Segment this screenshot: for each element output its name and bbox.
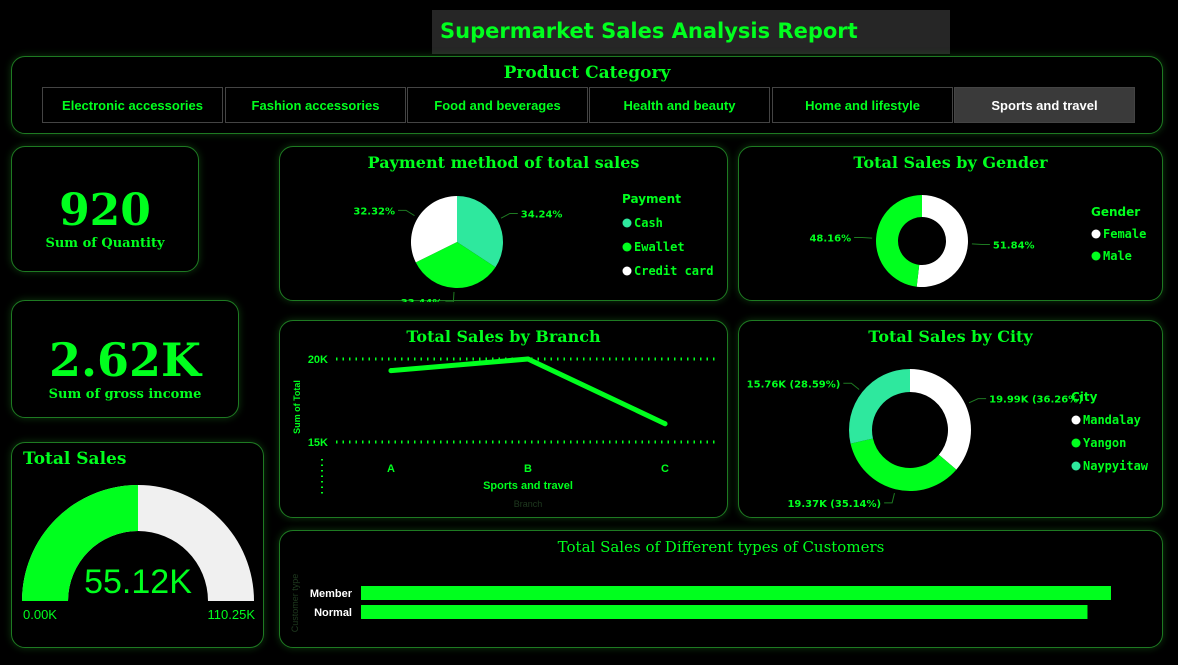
leader-line [843, 382, 860, 390]
category-label-normal: Normal [314, 607, 352, 619]
slicer-item-health-and-beauty[interactable]: Health and beauty [589, 87, 770, 123]
x-tick-label: B [524, 463, 532, 475]
branch-sales-panel: Total Sales by Branch 20K 15K A B C Sports an… [279, 320, 728, 518]
kpi-gross-income-label: Sum of gross income [48, 387, 202, 402]
data-label-ewallet: 33.44% [401, 298, 443, 302]
legend-marker-male [1091, 251, 1101, 261]
slicer-item-label: Home and lifestyle [805, 97, 920, 113]
data-label-cash: 34.24% [521, 209, 563, 220]
gender-donut-chart: 51.84% 48.16% Gender Female Male [809, 195, 1146, 287]
x-tick-label: C [661, 463, 669, 475]
kpi-quantity-label: Sum of Quantity [45, 236, 165, 251]
y-tick-label: 15K [308, 437, 328, 449]
slice-yangon [850, 438, 957, 491]
kpi-quantity-value: 920 [59, 185, 151, 236]
slicer-item-label: Food and beverages [434, 97, 561, 113]
data-point-b [525, 356, 531, 362]
slicer-title: Product Category [503, 63, 671, 83]
gauge-min-label: 0.00K [23, 607, 57, 622]
customer-type-panel: Total Sales of Different types of Custom… [279, 530, 1163, 648]
slicer-item-label: Fashion accessories [251, 97, 380, 113]
legend-marker-ewallet [622, 242, 632, 252]
y-tick-label: 20K [308, 354, 328, 366]
y-axis-label: Customer type [290, 574, 300, 633]
legend-item-cash: Cash [634, 216, 663, 230]
slicer-item-label: Sports and travel [991, 97, 1098, 113]
data-point-a [388, 368, 394, 374]
legend-marker-cash [622, 218, 632, 228]
data-label-female: 51.84% [993, 240, 1035, 251]
legend-item-male: Male [1103, 249, 1132, 263]
kpi-card-gross-income: 2.62K Sum of gross income [11, 300, 239, 418]
x-tick-label: A [387, 463, 395, 475]
y-axis-label: Sum of Total [292, 380, 302, 434]
city-donut-chart: 19.99K (36.26%) 19.37K (35.14%) 15.76K (28… [747, 369, 1149, 510]
leader-line [445, 291, 455, 302]
category-label-member: Member [310, 588, 353, 600]
gauge-chart: 55.12K 0.00K 110.25K [22, 485, 256, 622]
leader-line [971, 243, 990, 245]
legend-marker-credit-card [622, 266, 632, 276]
slicer-item-label: Electronic accessories [62, 97, 203, 113]
data-label-naypyitaw: 15.76K (28.59%) [747, 379, 841, 390]
legend-marker-mandalay [1071, 415, 1081, 425]
data-point-c [662, 421, 668, 427]
legend-item-ewallet: Ewallet [634, 240, 685, 254]
data-label-mandalay: 19.99K (36.26%) [989, 395, 1083, 406]
gauge-value: 55.12K [84, 563, 192, 601]
slicer-item-home-and-lifestyle[interactable]: Home and lifestyle [772, 87, 953, 123]
leader-line [884, 493, 895, 504]
payment-pie-chart: 34.24% 33.44% 32.32% Payment Cash Ewallet Cred… [353, 192, 713, 302]
slice-naypyitaw [849, 369, 910, 444]
data-label-yangon: 19.37K (35.14%) [787, 499, 881, 510]
slicer-item-sports-and-travel[interactable]: Sports and travel [954, 87, 1135, 123]
legend-item-credit-card: Credit card [634, 264, 713, 278]
slice-mandalay [910, 369, 971, 470]
x-axis-sublabel: Branch [514, 499, 543, 509]
kpi-gross-income-value: 2.62K [48, 333, 201, 387]
leader-line [854, 237, 873, 239]
bar-normal [361, 605, 1088, 619]
customer-bar-chart: Member Normal Customer type [290, 574, 1111, 633]
city-sales-panel: Total Sales by City 19.99K (36.26%) 19.37… [738, 320, 1163, 518]
series-line [388, 356, 668, 427]
bar-member [361, 586, 1111, 600]
legend-title: Gender [1091, 205, 1140, 219]
x-axis-label: Sports and travel [483, 480, 573, 492]
payment-method-panel: Payment method of total sales 34.24%33.4… [279, 146, 728, 302]
legend-title: City [1071, 390, 1098, 404]
report-title: Supermarket Sales Analysis Report [432, 10, 950, 54]
total-sales-gauge-panel: Total Sales 55.12K 0.00K 110.25K [11, 442, 264, 648]
data-label-male: 48.16% [809, 234, 851, 245]
legend-marker-naypyitaw [1071, 461, 1081, 471]
slicer-item-electronic-accessories[interactable]: Electronic accessories [42, 87, 223, 123]
slicer-item-food-and-beverages[interactable]: Food and beverages [407, 87, 588, 123]
data-label-credit-card: 32.32% [353, 206, 395, 217]
leader-line [968, 398, 987, 404]
legend-marker-yangon [1071, 438, 1081, 448]
legend-title: Payment [622, 192, 681, 206]
legend-marker-female [1091, 229, 1101, 239]
leader-line [398, 209, 415, 217]
slicer-item-label: Health and beauty [623, 97, 736, 113]
legend-item-mandalay: Mandalay [1083, 413, 1141, 427]
kpi-card-quantity: 920 Sum of Quantity [11, 146, 199, 272]
slice-male [875, 195, 922, 287]
slice-female [916, 195, 968, 287]
slicer-item-fashion-accessories[interactable]: Fashion accessories [225, 87, 406, 123]
gender-sales-panel: Total Sales by Gender 51.84% 48.16% Gender… [738, 146, 1163, 301]
branch-line-chart: 20K 15K A B C Sports and travel Branch Sum of T… [292, 354, 718, 509]
leader-line [500, 212, 518, 219]
legend-item-naypyitaw: Naypyitaw [1083, 459, 1149, 473]
legend-item-female: Female [1103, 227, 1146, 241]
legend-item-yangon: Yangon [1083, 436, 1126, 450]
gauge-max-label: 110.25K [208, 607, 256, 622]
